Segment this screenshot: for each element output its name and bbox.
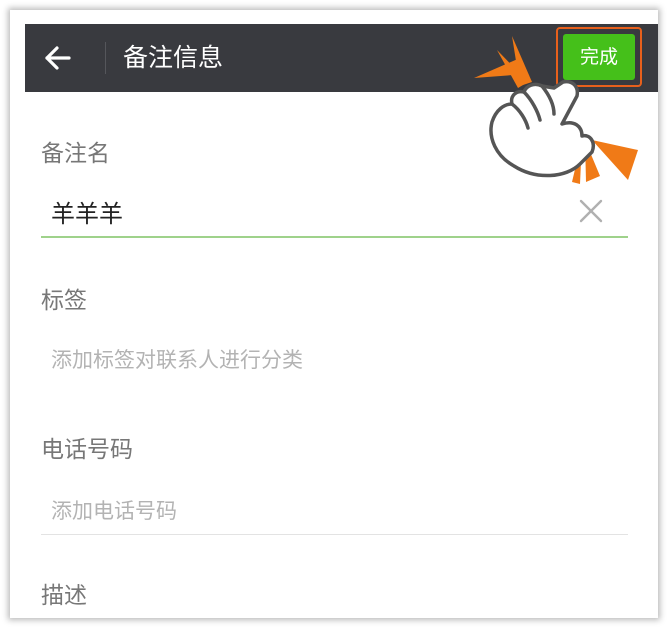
page-title: 备注信息 <box>123 43 224 72</box>
back-button[interactable] <box>39 38 79 78</box>
tags-input[interactable]: 添加标签对联系人进行分类 <box>51 344 303 374</box>
remark-name-input[interactable]: 羊羊羊 <box>51 194 123 229</box>
close-icon <box>579 199 603 223</box>
remark-name-underline <box>41 236 628 238</box>
phone-input[interactable]: 添加电话号码 <box>51 495 177 525</box>
screen-frame: 备注信息 完成 备注名 羊羊羊 标签 添加标签对联系人进行分类 电话号码 添加电… <box>10 10 658 618</box>
header-divider <box>105 42 106 74</box>
arrow-left-icon <box>45 46 71 70</box>
top-bar: 备注信息 完成 <box>25 24 658 92</box>
tags-label: 标签 <box>41 288 87 314</box>
clear-button[interactable] <box>578 198 604 224</box>
done-button[interactable]: 完成 <box>563 34 635 80</box>
phone-label: 电话号码 <box>41 437 133 463</box>
phone-underline <box>41 534 628 535</box>
remark-name-label: 备注名 <box>41 141 110 167</box>
done-highlight: 完成 <box>556 27 642 87</box>
description-label: 描述 <box>41 583 87 609</box>
